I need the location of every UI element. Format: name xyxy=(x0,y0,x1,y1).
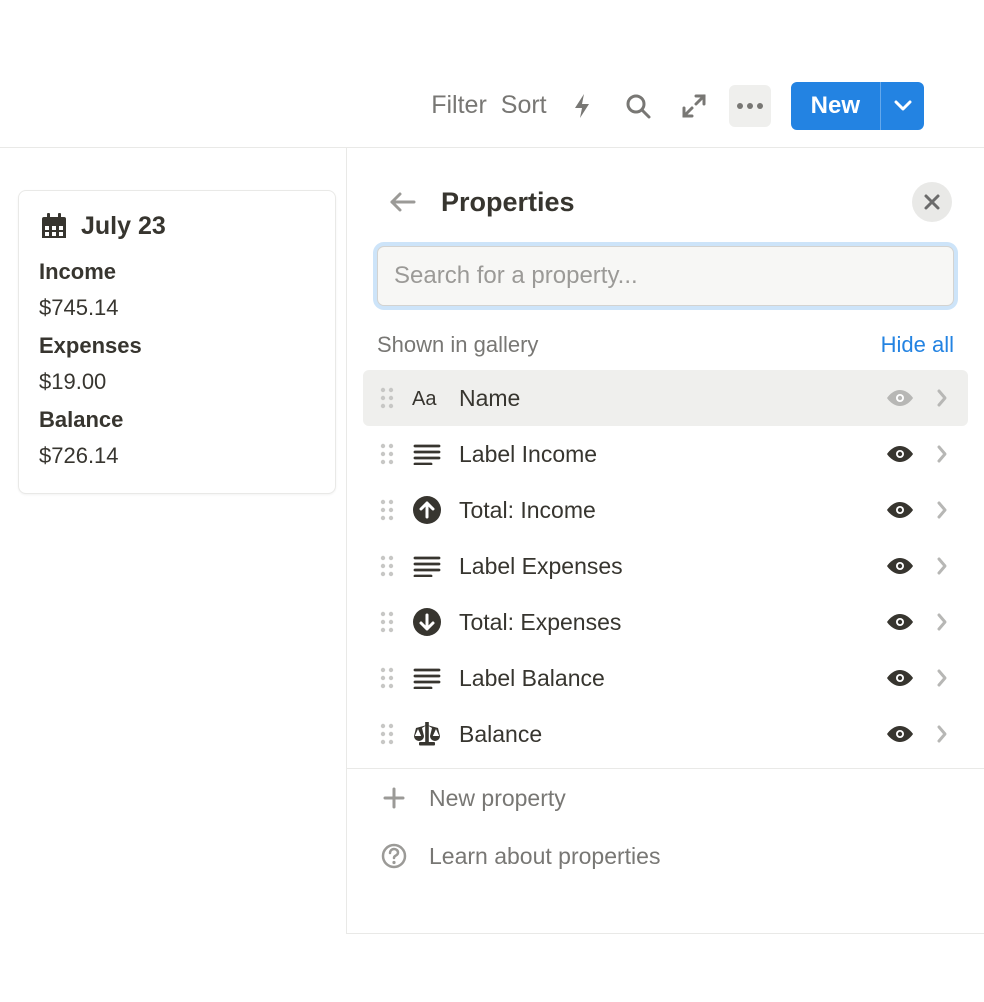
visibility-toggle-icon[interactable] xyxy=(882,499,918,521)
visibility-toggle-icon[interactable] xyxy=(882,667,918,689)
visibility-toggle-icon[interactable] xyxy=(882,555,918,577)
visibility-toggle-icon[interactable] xyxy=(882,443,918,465)
property-type-icon xyxy=(409,607,445,637)
search-wrapper xyxy=(347,246,984,332)
property-type-icon xyxy=(409,443,445,465)
section-label: Shown in gallery xyxy=(377,332,538,358)
more-options-icon[interactable] xyxy=(729,85,771,127)
drag-handle-icon[interactable] xyxy=(375,722,399,746)
close-button[interactable] xyxy=(912,182,952,222)
property-type-icon xyxy=(409,495,445,525)
new-property-label: New property xyxy=(429,785,566,812)
card-label: Balance xyxy=(39,407,315,433)
section-header: Shown in gallery Hide all xyxy=(347,332,984,370)
chevron-right-icon xyxy=(928,444,956,464)
property-label: Total: Expenses xyxy=(459,609,872,636)
property-label: Balance xyxy=(459,721,872,748)
property-list: Aa Name Label Income Total: Income Label Exp… xyxy=(347,370,984,762)
new-button-group: New xyxy=(791,82,924,130)
property-row[interactable]: Label Income xyxy=(363,426,968,482)
close-icon xyxy=(923,193,941,211)
property-label: Name xyxy=(459,385,872,412)
hide-all-button[interactable]: Hide all xyxy=(881,332,954,358)
property-label: Label Income xyxy=(459,441,872,468)
card-field: Balance $726.14 xyxy=(39,407,315,469)
chevron-right-icon xyxy=(928,388,956,408)
property-label: Label Expenses xyxy=(459,553,872,580)
visibility-toggle-icon[interactable] xyxy=(882,387,918,409)
drag-handle-icon[interactable] xyxy=(375,610,399,634)
card-label: Income xyxy=(39,259,315,285)
card-value: $19.00 xyxy=(39,369,315,395)
drag-handle-icon[interactable] xyxy=(375,386,399,410)
card-label: Expenses xyxy=(39,333,315,359)
automation-icon[interactable] xyxy=(561,85,603,127)
chevron-right-icon xyxy=(928,612,956,632)
filter-button[interactable]: Filter xyxy=(431,91,487,120)
chevron-down-icon xyxy=(894,100,912,112)
visibility-toggle-icon[interactable] xyxy=(882,723,918,745)
chevron-right-icon xyxy=(928,556,956,576)
help-icon xyxy=(377,843,411,869)
property-row[interactable]: Label Balance xyxy=(363,650,968,706)
drag-handle-icon[interactable] xyxy=(375,442,399,466)
property-search-input[interactable] xyxy=(377,246,954,306)
property-row[interactable]: Total: Expenses xyxy=(363,594,968,650)
property-label: Label Balance xyxy=(459,665,872,692)
sort-button[interactable]: Sort xyxy=(501,91,547,120)
card-field: Income $745.14 xyxy=(39,259,315,321)
new-dropdown-button[interactable] xyxy=(880,82,924,130)
property-row[interactable]: Total: Income xyxy=(363,482,968,538)
property-type-icon xyxy=(409,555,445,577)
chevron-right-icon xyxy=(928,724,956,744)
card-value: $745.14 xyxy=(39,295,315,321)
property-type-icon: Aa xyxy=(409,386,445,410)
properties-panel: Properties Shown in gallery Hide all Aa N… xyxy=(346,148,984,934)
card-title: July 23 xyxy=(81,212,166,241)
card-title-row: July 23 xyxy=(39,211,315,241)
new-button[interactable]: New xyxy=(791,82,880,130)
back-button[interactable] xyxy=(383,182,423,222)
drag-handle-icon[interactable] xyxy=(375,498,399,522)
property-row[interactable]: Aa Name xyxy=(363,370,968,426)
visibility-toggle-icon[interactable] xyxy=(882,611,918,633)
svg-text:Aa: Aa xyxy=(412,388,437,410)
chevron-right-icon xyxy=(928,500,956,520)
property-type-icon xyxy=(409,667,445,689)
chevron-right-icon xyxy=(928,668,956,688)
panel-header: Properties xyxy=(347,148,984,246)
panel-title: Properties xyxy=(441,187,894,218)
arrow-left-icon xyxy=(389,191,417,213)
expand-icon[interactable] xyxy=(673,85,715,127)
view-toolbar: Filter Sort New xyxy=(0,84,984,148)
new-property-button[interactable]: New property xyxy=(347,769,984,827)
card-value: $726.14 xyxy=(39,443,315,469)
property-row[interactable]: Label Expenses xyxy=(363,538,968,594)
card-field: Expenses $19.00 xyxy=(39,333,315,395)
search-icon[interactable] xyxy=(617,85,659,127)
plus-icon xyxy=(377,785,411,811)
drag-handle-icon[interactable] xyxy=(375,666,399,690)
gallery-card[interactable]: July 23 Income $745.14 Expenses $19.00 B… xyxy=(18,190,336,494)
calendar-icon xyxy=(39,211,69,241)
learn-button[interactable]: Learn about properties xyxy=(347,827,984,885)
property-row[interactable]: Balance xyxy=(363,706,968,762)
learn-label: Learn about properties xyxy=(429,843,660,870)
property-type-icon xyxy=(409,720,445,748)
property-label: Total: Income xyxy=(459,497,872,524)
drag-handle-icon[interactable] xyxy=(375,554,399,578)
